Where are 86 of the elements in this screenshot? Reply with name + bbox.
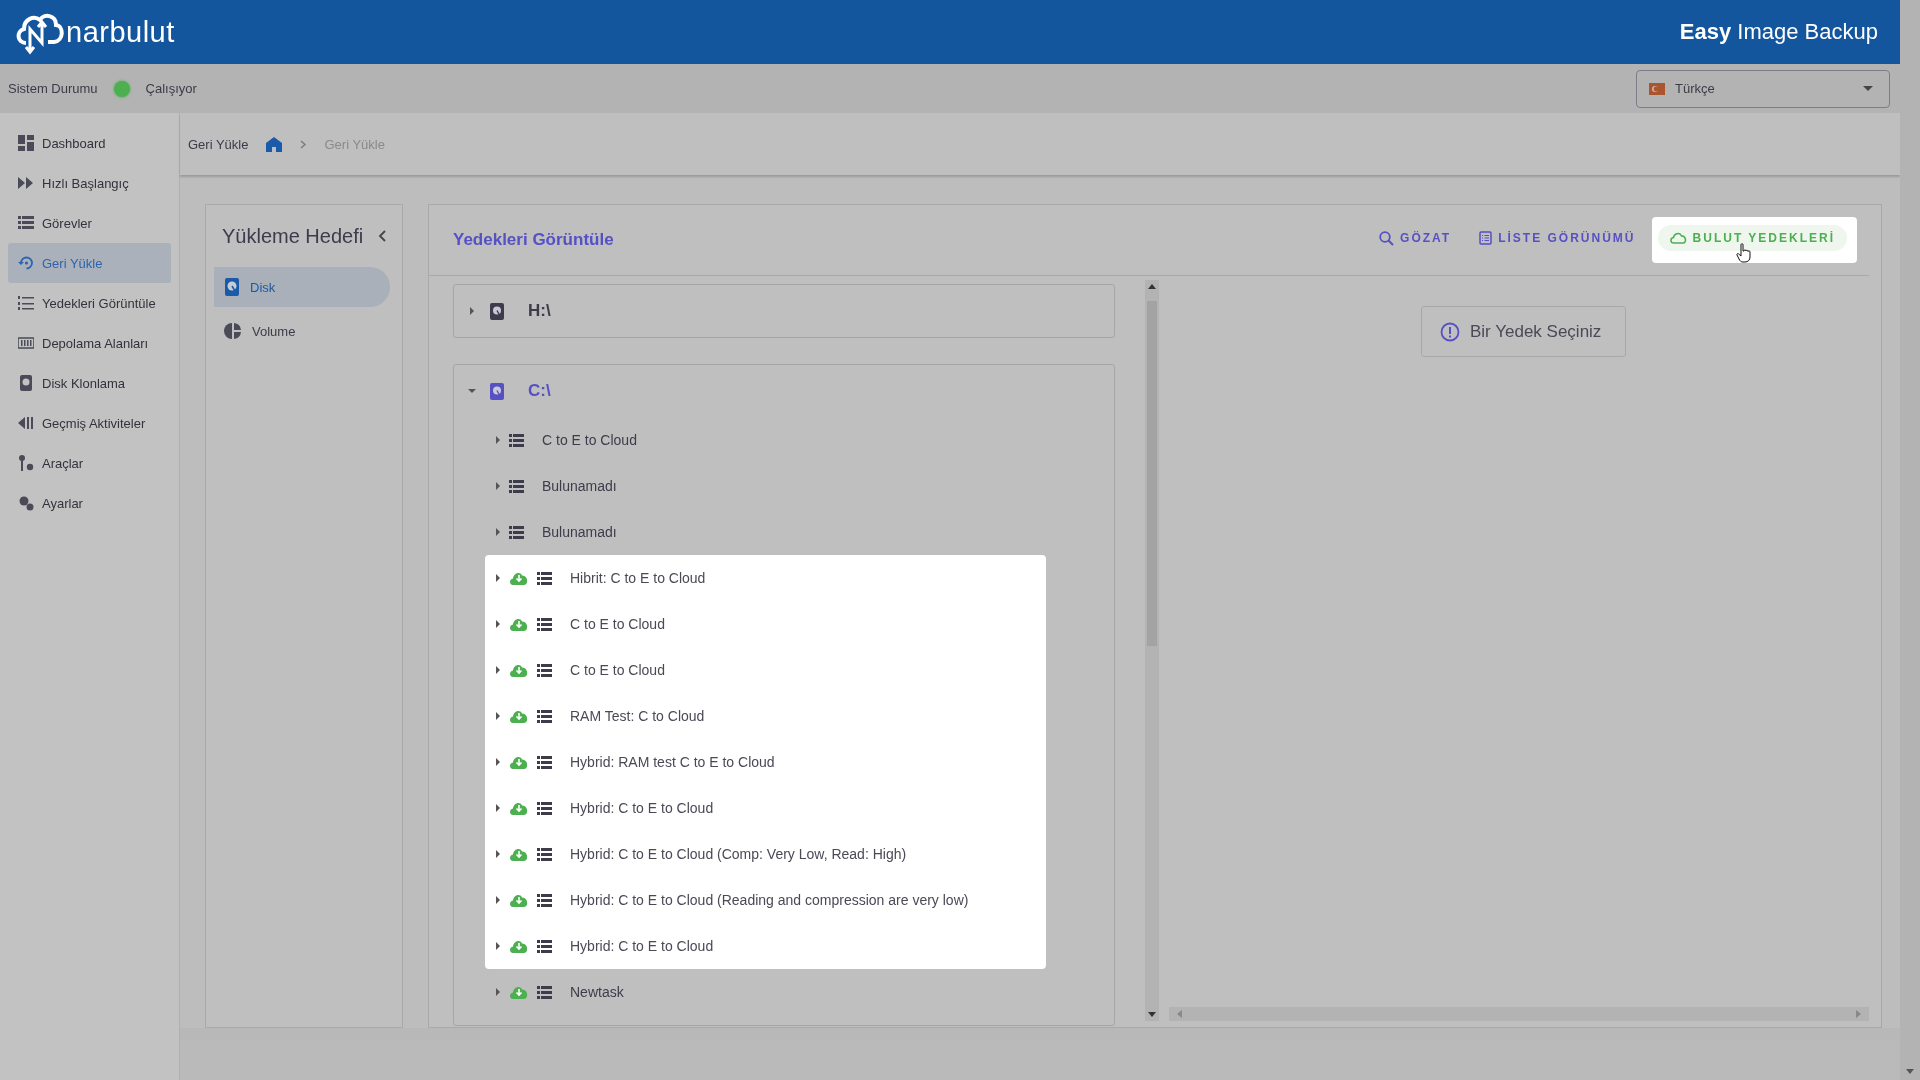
horizontal-scrollbar[interactable] (1169, 1007, 1869, 1021)
search-icon (1379, 230, 1395, 246)
dashboard-icon (18, 135, 34, 151)
sidebar-item[interactable]: Araçlar (8, 443, 171, 483)
backup-row[interactable]: C to E to Cloud (485, 601, 1046, 647)
product-title: Easy Image Backup (1679, 19, 1878, 45)
backup-row[interactable]: Newtask (485, 969, 1046, 1015)
backup-row[interactable]: Hibrit: C to E to Cloud (485, 555, 1046, 601)
cloud-icon (1669, 232, 1687, 244)
caret-icon (495, 850, 501, 858)
backup-row[interactable]: RAM Test: C to Cloud (485, 693, 1046, 739)
page-scrollbar[interactable] (1900, 0, 1920, 1080)
dropdown-caret-icon (1863, 86, 1873, 91)
sidebar-item[interactable]: Hızlı Başlangıç (8, 163, 171, 203)
drive-row[interactable]: H:\ (454, 285, 1114, 337)
caret-icon (495, 804, 501, 812)
sidebar-item[interactable]: Dashboard (8, 123, 171, 163)
list-icon (537, 617, 552, 631)
logo-wordmark: narbulut (66, 15, 175, 49)
sidebar-item[interactable]: Geçmiş Aktiviteler (8, 403, 171, 443)
backup-row[interactable]: Hybrid: C to E to Cloud (Reading and compression are very low) (485, 877, 1046, 923)
pie-chart-icon (224, 322, 242, 340)
breadcrumb-title: Geri Yükle (188, 136, 249, 152)
list-icon (537, 801, 552, 815)
caret-icon (468, 307, 476, 315)
backup-row[interactable]: Hybrid: C to E to Cloud (Comp: Very Low, Read: High) (485, 831, 1046, 877)
caret-icon (495, 436, 501, 444)
scroll-down-icon (1148, 1012, 1156, 1017)
sidebar-item[interactable]: Ayarlar (8, 483, 171, 523)
fast-forward-icon (18, 175, 34, 191)
scroll-up-icon (1148, 284, 1156, 289)
restore-icon (18, 255, 34, 271)
caret-icon (495, 988, 501, 996)
caret-icon (495, 528, 501, 536)
backup-row[interactable]: Hybrid: RAM test C to E to Cloud (485, 739, 1046, 785)
caret-icon (495, 712, 501, 720)
list-icon (537, 985, 552, 999)
list-icon (537, 755, 552, 769)
scrollbar[interactable] (1145, 280, 1159, 1021)
caret-icon (495, 482, 501, 490)
info-icon (1440, 321, 1460, 342)
list-icon (537, 663, 552, 677)
list-icon (1479, 231, 1493, 245)
chevron-icon (300, 139, 307, 149)
caret-icon (495, 896, 501, 904)
list-icon (537, 847, 552, 861)
caret-icon (495, 758, 501, 766)
backup-row[interactable]: Hybrid: C to E to Cloud (485, 923, 1046, 969)
list-icon (537, 571, 552, 585)
caret-icon (495, 574, 501, 582)
backup-row[interactable]: C to E to Cloud (485, 417, 1046, 463)
target-item[interactable]: Volume (214, 311, 390, 351)
sidebar-item[interactable]: Yedekleri Görüntüle (8, 283, 171, 323)
collapse-chevron-icon[interactable] (378, 230, 386, 242)
list-icon (18, 215, 34, 231)
home-icon[interactable] (266, 136, 283, 152)
status-text: Çalışıyor (145, 81, 197, 96)
scroll-down-icon (1906, 1069, 1914, 1074)
language-select[interactable]: Türkçe (1636, 69, 1890, 108)
scroll-right-icon (1856, 1010, 1861, 1018)
sidebar-item[interactable]: Disk Klonlama (8, 363, 171, 403)
panel-title: Yedekleri Görüntüle (453, 230, 614, 250)
list-icon (537, 939, 552, 953)
list-icon (509, 433, 524, 447)
status-label: Sistem Durumu (8, 81, 98, 96)
list-icon (537, 709, 552, 723)
sidebar-item[interactable]: Depolama Alanları (8, 323, 171, 363)
flag-icon (1649, 82, 1665, 95)
scroll-left-icon (1177, 1010, 1182, 1018)
backup-row[interactable]: Bulunamadı (485, 463, 1046, 509)
list-icon (509, 525, 524, 539)
numbered-list-icon (18, 295, 34, 311)
caret-icon (468, 387, 476, 395)
caret-icon (495, 942, 501, 950)
sidebar-item[interactable]: Görevler (8, 203, 171, 243)
backup-row[interactable]: Hybrid: C to E to Cloud (485, 785, 1046, 831)
caret-icon (495, 666, 501, 674)
backup-row[interactable]: C to E to Cloud (485, 647, 1046, 693)
empty-message: Bir Yedek Seçiniz (1421, 306, 1627, 357)
rewind-icon (18, 415, 34, 431)
list-icon (537, 893, 552, 907)
caret-icon (495, 620, 501, 628)
backup-row[interactable]: Bulunamadı (485, 509, 1046, 555)
panel-title: Yükleme Hedefi (222, 224, 364, 248)
storage-icon (18, 335, 34, 351)
list-icon (509, 479, 524, 493)
